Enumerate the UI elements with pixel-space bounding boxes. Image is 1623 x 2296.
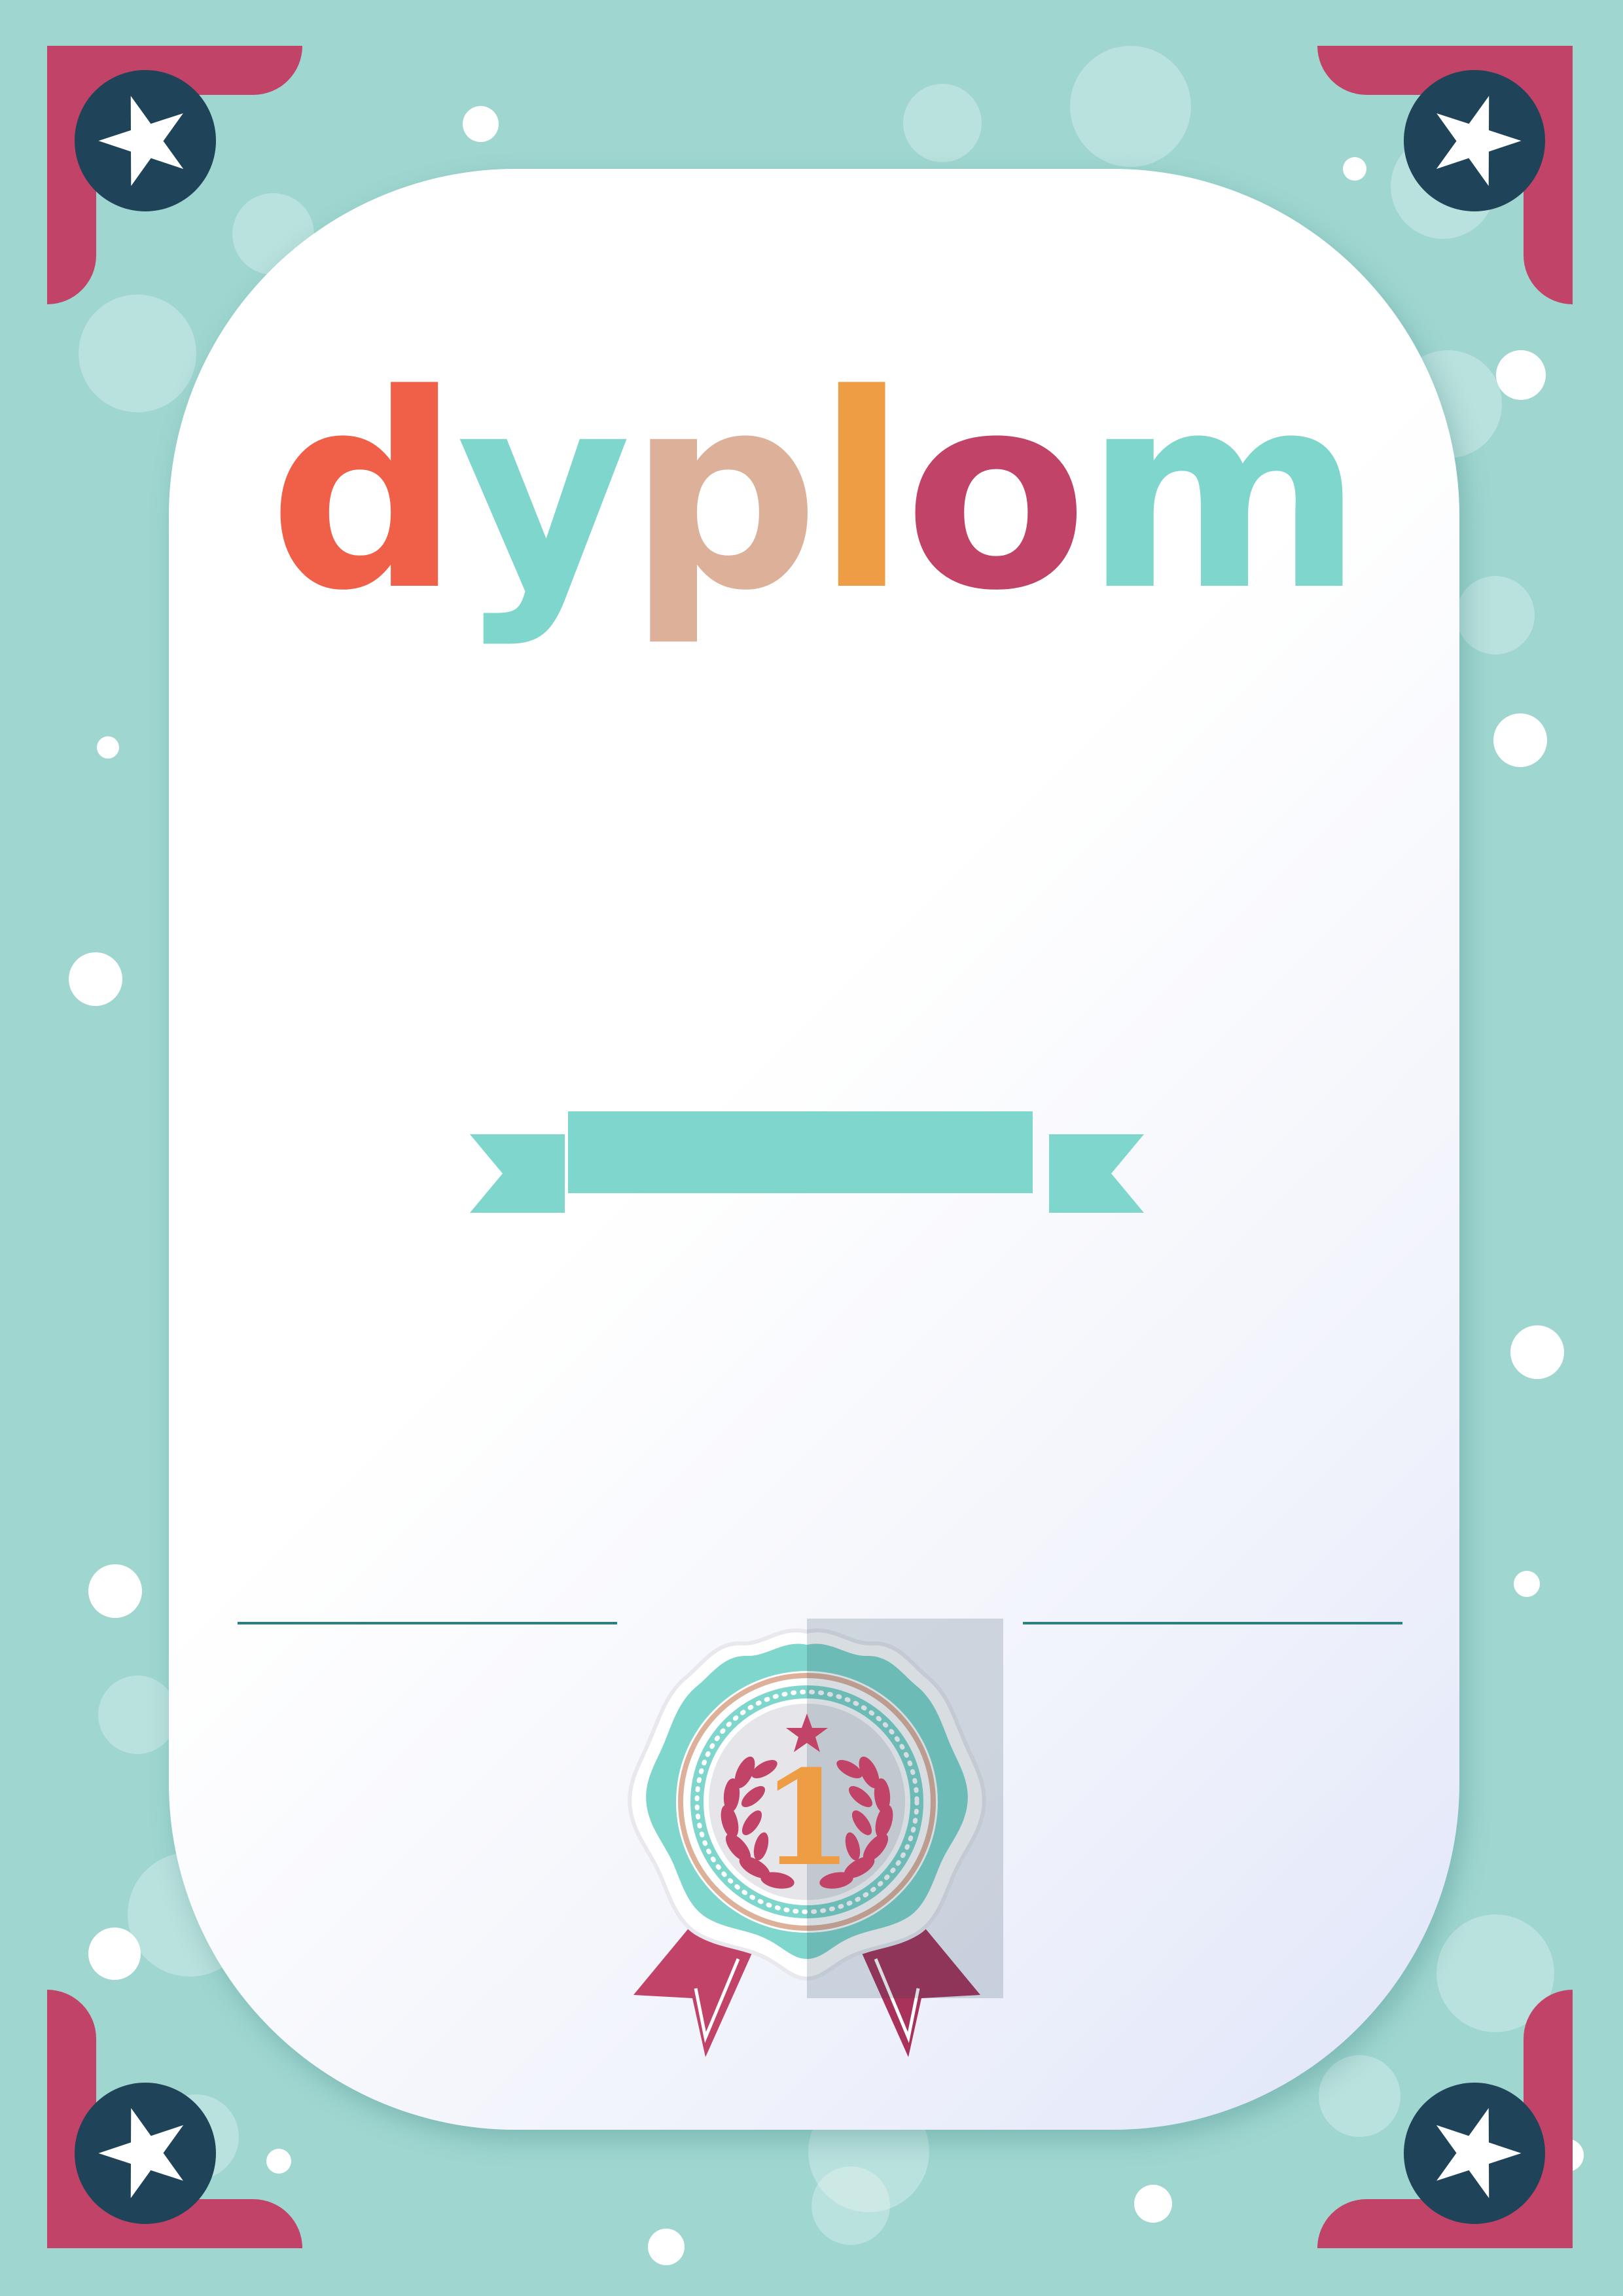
background-bubble [1070,46,1191,167]
medal-icon: 1 [597,1592,1016,2090]
title-letter: m [1084,336,1364,649]
background-dot [97,736,119,759]
background-dot [1493,713,1547,767]
title-letter: p [627,336,819,649]
certificate-title: dyplom [169,359,1459,627]
background-dot [88,1928,141,1980]
background-dot [88,1564,142,1618]
title-letter: l [815,336,908,649]
signature-line-left [238,1622,617,1624]
diploma-page: dyplom 1 [0,0,1623,2296]
signature-line-right [1023,1622,1402,1624]
background-dot [1510,1325,1564,1379]
corner-ornament-top-left [47,46,302,304]
background-dot [1496,350,1546,400]
background-dot [463,106,499,142]
background-bubble [903,84,982,162]
certificate-card: dyplom 1 [169,169,1459,2130]
background-bubble [812,2166,890,2245]
title-letter: d [268,336,460,649]
corner-ornament-bottom-left [47,1990,302,2248]
name-ribbon [470,1111,1144,1216]
medal-number: 1 [761,1742,852,1895]
background-dot [1134,2185,1172,2223]
background-bubble [98,1676,177,1754]
background-bubble [1456,576,1535,655]
title-letter: o [903,336,1088,649]
background-dot [648,2229,685,2265]
title-letter: y [456,336,632,649]
background-dot [69,952,122,1006]
corner-ornament-top-right [1317,46,1573,304]
background-dot [1514,1571,1540,1597]
